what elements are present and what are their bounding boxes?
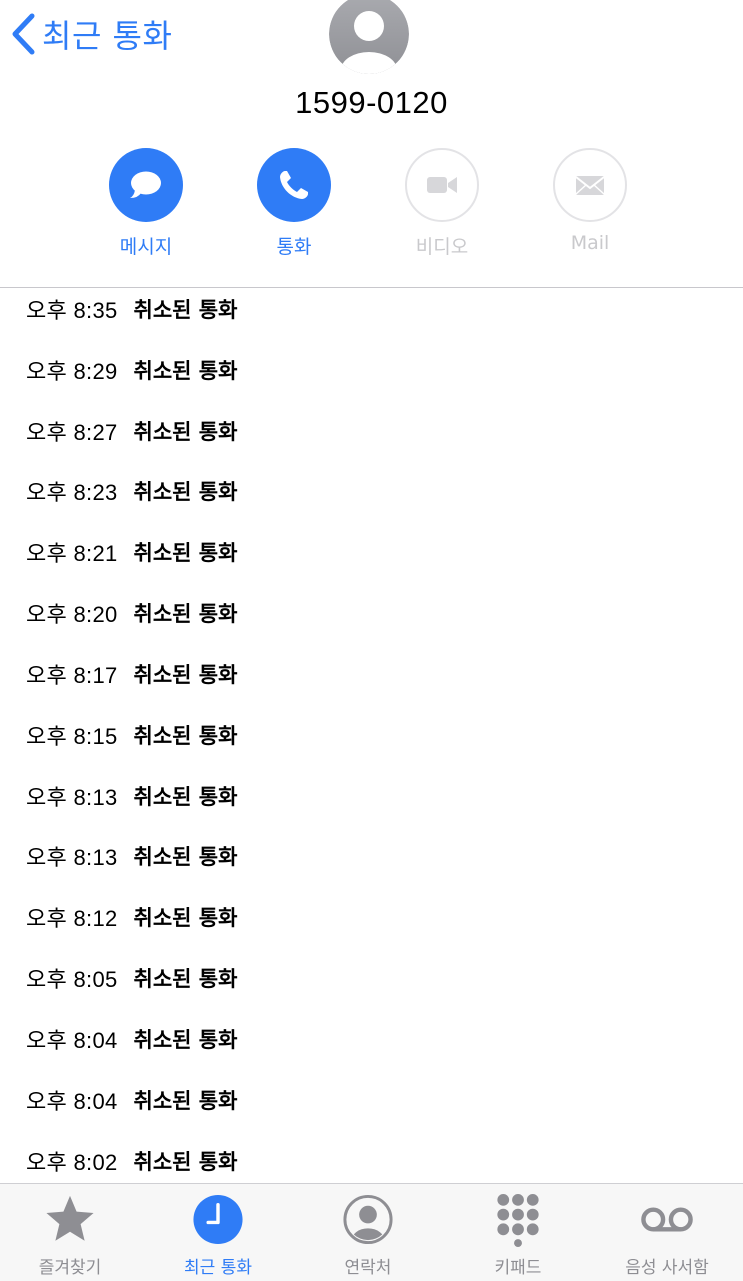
call-time: 오후 8:35	[26, 298, 118, 323]
call-time: 오후 8:21	[26, 541, 118, 566]
call-time: 오후 8:13	[26, 785, 118, 810]
call-row: 오후 8:27 취소된 통화	[26, 411, 237, 451]
keypad-icon	[497, 1193, 539, 1247]
call-row: 오후 8:23 취소된 통화	[26, 471, 237, 511]
video-button: 비디오	[387, 148, 497, 268]
call-time: 오후 8:27	[26, 420, 118, 445]
call-time: 오후 8:17	[26, 663, 118, 688]
call-label: 통화	[276, 236, 312, 258]
call-row: 오후 8:17 취소된 통화	[26, 654, 237, 694]
call-row: 오후 8:21 취소된 통화	[26, 532, 237, 572]
call-row: 오후 8:04 취소된 통화	[26, 1019, 237, 1059]
call-status: 취소된 통화	[133, 906, 238, 930]
phone-number: 1599-0120	[295, 85, 448, 120]
voicemail-icon	[641, 1207, 693, 1232]
video-label: 비디오	[415, 236, 469, 258]
tab-recents[interactable]: 최근 통화	[148, 1192, 288, 1278]
clock-icon	[193, 1194, 243, 1245]
call-status: 취소된 통화	[133, 1089, 238, 1113]
call-time: 오후 8:04	[26, 1089, 118, 1114]
tab-favorites[interactable]: 즐겨찾기	[0, 1192, 140, 1278]
call-status: 취소된 통화	[133, 1150, 238, 1174]
mail-button-circle	[553, 148, 627, 222]
envelope-icon	[575, 176, 605, 195]
message-button[interactable]: 메시지	[91, 148, 201, 268]
message-button-circle[interactable]	[109, 148, 183, 222]
call-time: 오후 8:15	[26, 724, 118, 749]
tab-voicemail-label: 음성 사서함	[625, 1258, 709, 1278]
call-status: 취소된 통화	[133, 541, 238, 565]
tab-contacts-label: 연락처	[344, 1258, 392, 1278]
message-bubble-icon	[130, 171, 161, 198]
tab-keypad-label: 키패드	[494, 1258, 542, 1278]
contact-header: 최근 통화 1599-0120 메시지 통화 비디오 Mail	[0, 0, 743, 288]
back-label: 최근 통화	[42, 17, 173, 55]
mail-label: Mail	[570, 232, 610, 254]
call-time: 오후 8:12	[26, 906, 118, 931]
call-row: 오후 8:20 취소된 통화	[26, 593, 237, 633]
tab-contacts[interactable]: 연락처	[298, 1192, 438, 1278]
call-status: 취소된 통화	[133, 298, 238, 322]
call-time: 오후 8:13	[26, 845, 118, 870]
call-row: 오후 8:15 취소된 통화	[26, 715, 237, 755]
call-time: 오후 8:29	[26, 359, 118, 384]
call-row: 오후 8:13 취소된 통화	[26, 776, 237, 816]
video-button-circle	[405, 148, 479, 222]
call-time: 오후 8:02	[26, 1150, 118, 1175]
tab-recents-label: 최근 통화	[184, 1258, 252, 1278]
call-status: 취소된 통화	[133, 420, 238, 444]
call-status: 취소된 통화	[133, 480, 238, 504]
person-silhouette-icon	[329, 0, 409, 74]
call-row: 오후 8:02 취소된 통화	[26, 1141, 237, 1181]
call-row: 오후 8:13 취소된 통화	[26, 836, 237, 876]
call-status: 취소된 통화	[133, 845, 238, 869]
call-row: 오후 8:12 취소된 통화	[26, 897, 237, 937]
video-camera-icon	[427, 177, 457, 193]
call-row: 오후 8:29 취소된 통화	[26, 350, 237, 390]
call-status: 취소된 통화	[133, 359, 238, 383]
avatar	[329, 0, 409, 74]
tab-favorites-label: 즐겨찾기	[38, 1258, 102, 1278]
call-row: 오후 8:05 취소된 통화	[26, 958, 237, 998]
phone-icon	[280, 171, 308, 199]
call-row: 오후 8:04 취소된 통화	[26, 1080, 237, 1120]
contacts-icon	[343, 1194, 393, 1245]
call-history-list[interactable]: 오후 8:35 취소된 통화 오후 8:29 취소된 통화 오후 8:27 취소…	[0, 288, 743, 1183]
call-time: 오후 8:04	[26, 1028, 118, 1053]
chevron-left-icon	[12, 13, 35, 55]
call-status: 취소된 통화	[133, 663, 238, 687]
call-button[interactable]: 통화	[239, 148, 349, 268]
message-label: 메시지	[119, 236, 173, 258]
call-status: 취소된 통화	[133, 602, 238, 626]
tab-keypad[interactable]: 키패드	[448, 1192, 588, 1278]
tab-bar: 즐겨찾기 최근 통화 연락처 키패드 음성 사서함	[0, 1183, 743, 1281]
call-status: 취소된 통화	[133, 724, 238, 748]
call-time: 오후 8:05	[26, 967, 118, 992]
star-icon	[46, 1195, 94, 1241]
call-time: 오후 8:23	[26, 480, 118, 505]
call-row: 오후 8:35 취소된 통화	[26, 289, 237, 329]
tab-voicemail[interactable]: 음성 사서함	[597, 1192, 737, 1278]
call-status: 취소된 통화	[133, 1028, 238, 1052]
call-button-circle[interactable]	[257, 148, 331, 222]
call-status: 취소된 통화	[133, 785, 238, 809]
mail-button: Mail	[535, 148, 645, 268]
back-button[interactable]: 최근 통화	[10, 10, 172, 58]
call-time: 오후 8:20	[26, 602, 118, 627]
call-status: 취소된 통화	[133, 967, 238, 991]
